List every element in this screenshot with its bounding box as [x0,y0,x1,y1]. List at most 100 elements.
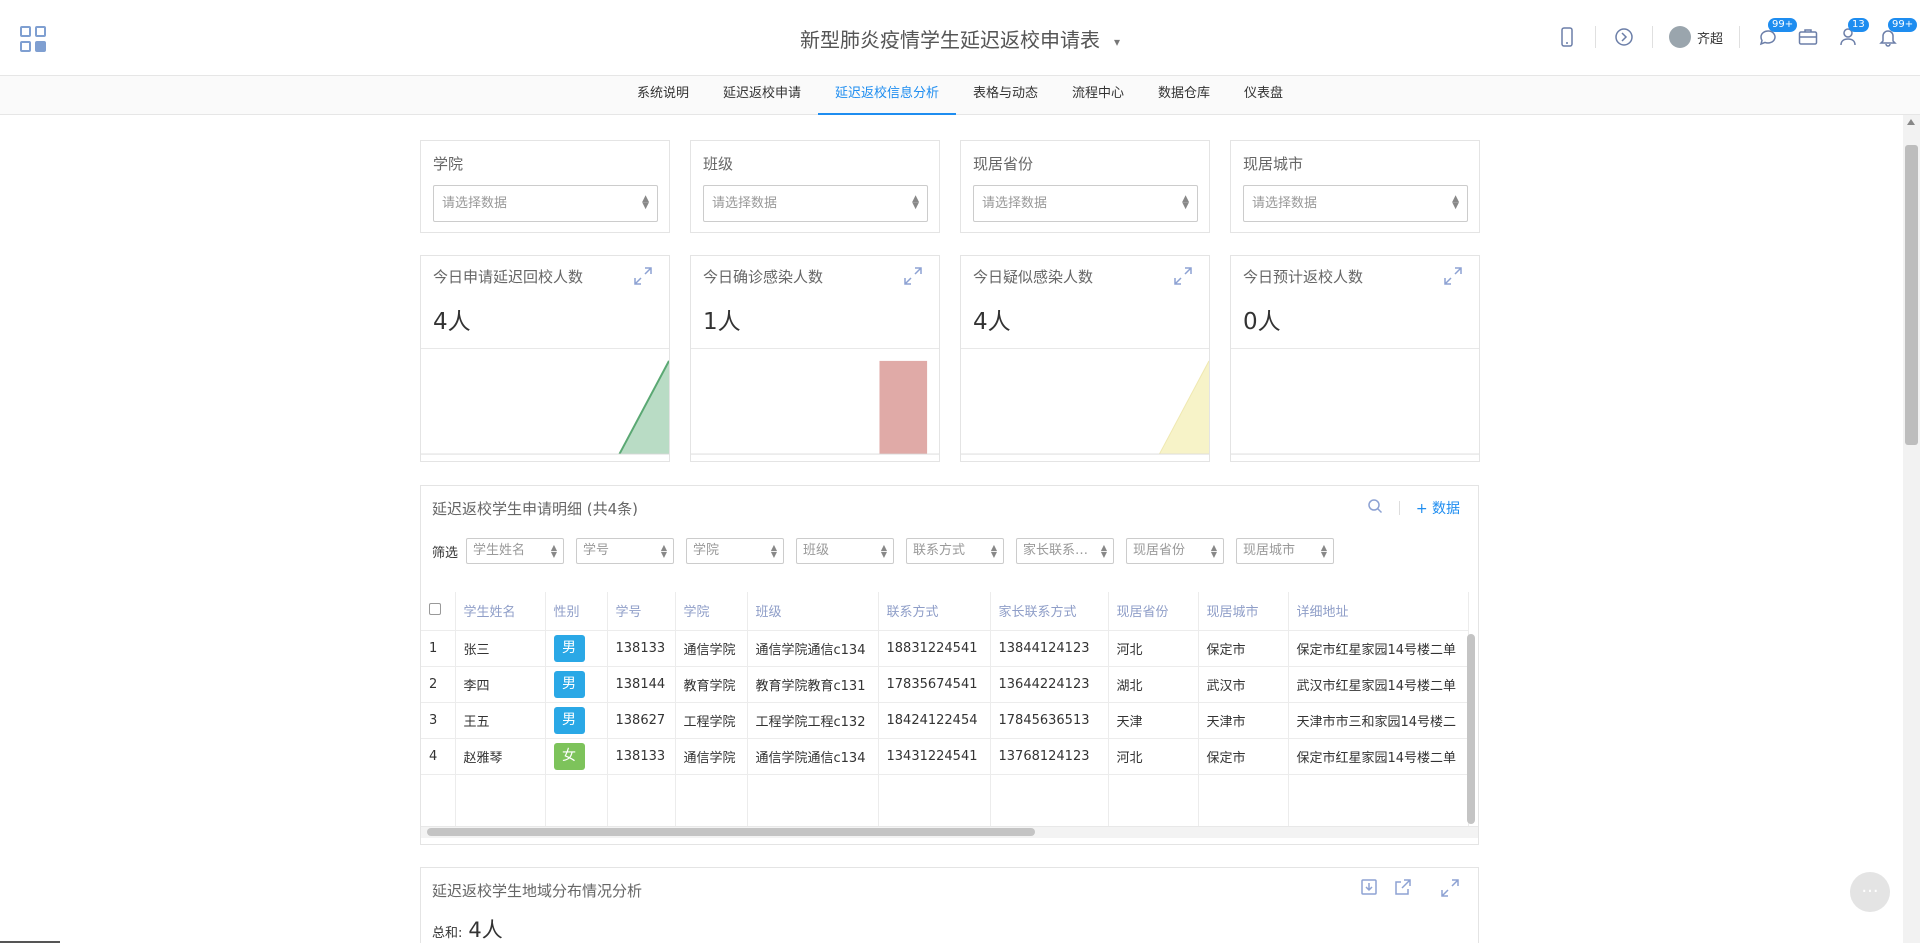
filter-class[interactable]: 班级 ▲ ▼ [796,538,895,564]
class-select[interactable]: 请选择数据 ▲ ▼ [703,185,928,222]
share-icon[interactable] [1394,878,1412,902]
tab-tables-activity[interactable]: 表格与动态 [956,76,1055,115]
filter-parent-phone[interactable]: 家长联系… ▲ ▼ [1016,538,1115,564]
application-detail-table: 延迟返校学生申请明细 (共4条) + 数据 筛选 学生姓名 ▲ ▼ 学号 ▲ ▼ 学院 ▲… [420,485,1479,845]
cell-province: 河北 [1108,738,1199,775]
mobile-icon[interactable] [1555,25,1579,49]
chat-icon[interactable]: 99+ [1756,18,1798,49]
column-header[interactable]: 联系方式 [878,592,991,631]
column-header[interactable]: 现居城市 [1198,592,1289,631]
row-index: 1 [421,630,456,667]
title-text: 新型肺炎疫情学生延迟返校申请表 [799,28,1100,52]
tab-data-warehouse[interactable]: 数据仓库 [1141,76,1227,115]
tab-delay-analysis[interactable]: 延迟返校信息分析 [817,76,956,115]
cell-student-id: 138627 [607,702,676,739]
table-row[interactable]: 2 李四 男 138144 教育学院 教育学院教育c131 1783567454… [421,666,1469,703]
college-select[interactable]: 请选择数据 ▲ ▼ [433,185,658,222]
column-header[interactable]: 学院 [675,592,748,631]
cell-student-id: 138144 [607,666,676,703]
table-row[interactable]: 1 张三 男 138133 通信学院 通信学院通信c134 1883122454… [421,630,1469,667]
filter-student-name[interactable]: 学生姓名 ▲ ▼ [466,538,565,564]
column-header[interactable]: 性别 [545,592,608,631]
column-header[interactable]: 学号 [607,592,676,631]
chevron-down-icon[interactable]: ▾ [1114,35,1120,49]
tab-dashboard[interactable]: 仪表盘 [1227,76,1300,115]
column-header[interactable]: 详细地址 [1288,592,1469,631]
cell-city: 保定市 [1198,630,1289,667]
column-header[interactable]: 学生姓名 [455,592,546,631]
cell-city: 保定市 [1198,738,1289,775]
select-arrows-icon: ▲ ▼ [1452,194,1459,211]
cell-class: 教育学院教育c131 [747,666,879,703]
select-all-checkbox[interactable] [421,592,456,631]
filter-field-label: 学院 [693,543,720,558]
divider [1651,26,1653,48]
filter-province[interactable]: 现居省份 ▲ ▼ [1126,538,1225,564]
column-header[interactable]: 家长联系方式 [990,592,1109,631]
tab-delay-application[interactable]: 延迟返校申请 [706,76,818,115]
column-header[interactable]: 现居省份 [1108,592,1199,631]
search-icon[interactable] [1367,498,1383,518]
page-scrollbar[interactable] [1903,115,1920,943]
briefcase-icon[interactable] [1796,25,1820,49]
add-data-button[interactable]: + 数据 [1416,498,1460,518]
cell-city: 武汉市 [1198,666,1289,703]
export-icon[interactable] [1360,878,1378,902]
filter-city[interactable]: 现居城市 ▲ ▼ [1236,538,1335,564]
stat-label: 今日申请延迟回校人数 [433,268,584,286]
filter-phone[interactable]: 联系方式 ▲ ▼ [906,538,1005,564]
row-index: 2 [421,666,456,703]
chat-badge: 99+ [1768,18,1798,32]
cell-student-id: 138133 [607,630,676,667]
bell-icon[interactable]: 99+ [1876,18,1918,49]
stat-confirmed-cases: 今日确诊感染人数 1人 [690,255,940,462]
table-vertical-scrollbar[interactable] [1467,634,1475,824]
cell-phone: 17835674541 [878,666,991,703]
cell-name: 李四 [455,666,546,703]
cell-address: 保定市红星家园14号楼二单 [1288,630,1469,667]
compass-icon[interactable] [1612,25,1636,49]
contacts-icon[interactable]: 13 [1836,18,1869,49]
tab-workflow-center[interactable]: 流程中心 [1055,76,1141,115]
tab-system-description[interactable]: 系统说明 [620,76,706,115]
cell-parent-phone: 13844124123 [990,630,1109,667]
stat-mini-chart [1231,348,1479,461]
column-header[interactable]: 班级 [747,592,879,631]
cell-parent-phone: 13644224123 [990,666,1109,703]
select-arrows-icon: ▲ ▼ [880,543,888,559]
select-arrows-icon: ▲ ▼ [1210,543,1218,559]
cell-class: 通信学院通信c134 [747,630,879,667]
divider [1594,26,1596,48]
table-horizontal-scrollbar[interactable] [427,828,1035,836]
city-select[interactable]: 请选择数据 ▲ ▼ [1243,185,1468,222]
stat-value: 1人 [703,309,741,335]
more-icon[interactable]: ··· [1850,872,1890,912]
sum-value: 4人 [468,918,503,942]
filter-college[interactable]: 学院 ▲ ▼ [686,538,785,564]
cell-class: 通信学院通信c134 [747,738,879,775]
table-header-row: 学生姓名 性别 学号 学院 班级 联系方式 家长联系方式 现居省份 现居城市 详… [421,592,1469,631]
province-select[interactable]: 请选择数据 ▲ ▼ [973,185,1198,222]
gender-tag: 男 [553,634,585,662]
scroll-thumb[interactable] [1905,145,1918,445]
expand-icon[interactable] [903,266,923,286]
table-empty-row [421,774,1469,830]
cell-parent-phone: 17845636513 [990,702,1109,739]
filter-student-id[interactable]: 学号 ▲ ▼ [576,538,675,564]
stat-suspected-cases: 今日疑似感染人数 4人 [960,255,1210,462]
table-row[interactable]: 4 赵雅琴 女 138133 通信学院 通信学院通信c134 134312245… [421,738,1469,775]
filter-label: 现居城市 [1243,155,1304,173]
scroll-up-icon[interactable] [1907,119,1915,125]
user-menu[interactable]: 齐超 [1668,26,1723,48]
cell-college: 教育学院 [675,666,748,703]
select-arrows-icon: ▲ ▼ [990,543,998,559]
divider [1739,26,1740,48]
geo-title: 延迟返校学生地域分布情况分析 [432,882,643,900]
table-row[interactable]: 3 王五 男 138627 工程学院 工程学院工程c132 1842412245… [421,702,1469,739]
expand-icon[interactable] [1440,878,1460,902]
expand-icon[interactable] [1173,266,1193,286]
expand-icon[interactable] [633,266,653,286]
expand-icon[interactable] [1443,266,1463,286]
gender-tag: 男 [553,706,585,734]
filter-field-label: 现居城市 [1243,543,1296,558]
